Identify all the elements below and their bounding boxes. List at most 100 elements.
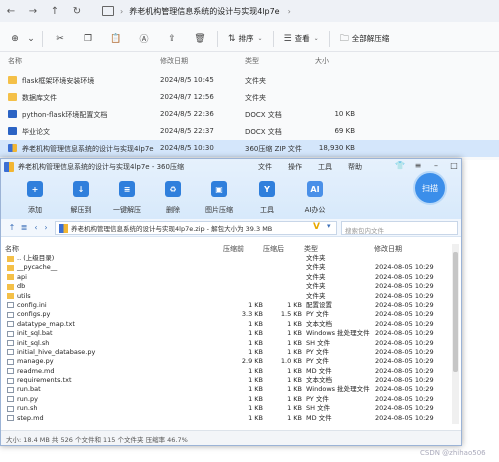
column-type[interactable]: 类型 xyxy=(304,244,318,254)
table-row[interactable]: run.sh 1 KB 1 KB SH 文件 2024-08-05 10:29 xyxy=(1,404,451,413)
table-row[interactable]: init_sql.bat 1 KB 1 KB Windows 批处理文件 2024-08… xyxy=(1,329,451,338)
zip-path-text: 养老机构管理信息系统的设计与实现4lp7e.zip - 解包大小为 39.3 M… xyxy=(71,225,273,233)
menu-file[interactable]: 文件 xyxy=(258,162,272,172)
table-row[interactable]: run.bat 1 KB 1 KB Windows 批处理文件 2024-08-05 1… xyxy=(1,385,451,394)
cut-icon[interactable]: ✂ xyxy=(49,29,71,49)
tool-label: 添加 xyxy=(28,206,42,214)
zip-path-box[interactable]: 养老机构管理信息系统的设计与实现4lp7e.zip - 解包大小为 39.3 M… xyxy=(55,221,337,235)
menu-help[interactable]: 帮助 xyxy=(348,162,362,172)
list-item[interactable]: 数据库文件 2024/8/7 12:56 文件夹 xyxy=(0,89,499,106)
file-type: 文件夹 xyxy=(306,291,326,300)
folder-icon xyxy=(7,255,14,262)
table-row[interactable]: manage.py 2.9 KB 1.0 KB PY 文件 2024-08-05 10:… xyxy=(1,357,451,366)
back-arrow-icon[interactable]: ← xyxy=(0,0,22,22)
column-compressed[interactable]: 压缩前 xyxy=(223,244,244,254)
table-row[interactable]: configs.py 3.3 KB 1.5 KB PY 文件 2024-08-05 10… xyxy=(1,310,451,319)
scrollbar-thumb[interactable] xyxy=(453,252,458,372)
file-compressed-size: 1 KB xyxy=(248,385,263,394)
status-text: 大小: 18.4 MB 共 526 个文件和 115 个文件夹 压缩率 46.7… xyxy=(6,436,188,444)
tool-button-ai-office[interactable]: AI AI办公 xyxy=(295,181,335,217)
maximize-icon[interactable]: □ xyxy=(445,160,463,172)
list-item[interactable]: 养老机构管理信息系统的设计与实现4lp7e 2024/8/5 10:30 360压缩… xyxy=(0,140,499,157)
tool-button-tools[interactable]: Y 工具 xyxy=(247,181,287,217)
file-name: config.ini xyxy=(17,300,47,309)
table-row[interactable]: init_sql.sh 1 KB 1 KB SH 文件 2024-08-05 10:29 xyxy=(1,339,451,348)
file-compressed-size: 1 KB xyxy=(248,300,263,309)
scan-button[interactable]: 扫描 xyxy=(413,171,447,205)
forward-arrow-icon[interactable]: → xyxy=(22,0,44,22)
table-row[interactable]: api 文件夹 2024-08-05 10:29 xyxy=(1,273,451,282)
column-modified[interactable]: 修改日期 xyxy=(160,56,188,66)
column-original[interactable]: 压缩后 xyxy=(263,244,284,254)
vertical-scrollbar[interactable] xyxy=(452,244,459,424)
extract-all-button[interactable]: 🗀 全部解压缩 xyxy=(336,29,394,49)
file-name: 养老机构管理信息系统的设计与实现4lp7e xyxy=(22,145,154,153)
forward-icon[interactable]: › xyxy=(41,222,51,234)
search-input[interactable]: 搜索包内文件 xyxy=(341,221,458,235)
file-modified: 2024-08-05 10:29 xyxy=(375,310,434,319)
rename-icon[interactable]: Ⓐ xyxy=(133,29,155,49)
chevron-down-icon[interactable]: ⌄ xyxy=(26,29,36,49)
list-view-icon[interactable]: ≣ xyxy=(19,222,29,234)
file-type: MD 文件 xyxy=(306,413,332,422)
up-arrow-icon[interactable]: ↑ xyxy=(7,222,17,234)
up-arrow-icon[interactable]: ↑ xyxy=(44,0,66,22)
skin-icon[interactable]: 👕 xyxy=(391,160,409,172)
tool-button-one-click-extract[interactable]: ≡ 一键解压 xyxy=(107,181,147,217)
new-item-icon[interactable]: ⊕ xyxy=(4,29,26,49)
file-icon xyxy=(7,405,14,412)
menu-operation[interactable]: 操作 xyxy=(288,162,302,172)
tool-button-delete[interactable]: ♻ 删除 xyxy=(153,181,193,217)
column-modified[interactable]: 修改日期 xyxy=(374,244,402,254)
file-modified: 2024/8/5 22:37 xyxy=(160,127,214,135)
refresh-icon[interactable]: ↻ xyxy=(66,0,88,22)
zip-header: 养老机构管理信息系统的设计与实现4lp7e - 360压缩 文件 操作 工具 帮… xyxy=(1,159,461,219)
menu-tools[interactable]: 工具 xyxy=(318,162,332,172)
delete-icon[interactable]: 🗑 xyxy=(189,29,211,49)
table-row[interactable]: requirements.txt 1 KB 1 KB 文本文档 2024-08-05 1… xyxy=(1,376,451,385)
file-modified: 2024-08-05 10:29 xyxy=(375,366,434,375)
table-row[interactable]: step.md 1 KB 1 KB MD 文件 2024-08-05 10:29 xyxy=(1,414,451,423)
v-logo-icon[interactable]: V xyxy=(313,222,320,232)
tool-button-extract-to[interactable]: ↓ 解压到 xyxy=(61,181,101,217)
tool-button-add[interactable]: + 添加 xyxy=(15,181,55,217)
view-button[interactable]: ☰ 查看 ⌄ xyxy=(280,29,323,49)
extract-all-label: 全部解压缩 xyxy=(351,34,390,43)
file-original-size: 1 KB xyxy=(287,394,302,403)
doc-icon xyxy=(8,127,17,135)
menu-icon[interactable]: ≡ xyxy=(409,160,427,172)
column-name[interactable]: 名称 xyxy=(5,244,19,254)
ai-office-icon: AI xyxy=(307,181,323,197)
column-type[interactable]: 类型 xyxy=(245,56,259,66)
table-row[interactable]: utils 文件夹 2024-08-05 10:29 xyxy=(1,292,451,301)
toolbar-divider xyxy=(272,30,274,47)
copy-icon[interactable]: ❐ xyxy=(77,29,99,49)
share-icon[interactable]: ⇪ xyxy=(161,29,183,49)
table-row[interactable]: .. (上级目录) 文件夹 xyxy=(1,254,451,263)
sort-button[interactable]: ⇅ 排序 ⌄ xyxy=(224,29,267,49)
explorer-address-bar[interactable]: › 养老机构管理信息系统的设计与实现4lp7e › xyxy=(102,3,291,19)
list-item[interactable]: flask框架环境安装环境 2024/8/5 10:45 文件夹 xyxy=(0,72,499,89)
table-row[interactable]: initial_hive_database.py 1 KB 1 KB PY 文件 202… xyxy=(1,348,451,357)
table-row[interactable]: __pycache__ 文件夹 2024-08-05 10:29 xyxy=(1,263,451,272)
column-size[interactable]: 大小 xyxy=(315,56,329,66)
file-icon xyxy=(7,349,14,356)
zip-titlebar: 养老机构管理信息系统的设计与实现4lp7e - 360压缩 xyxy=(4,162,184,172)
file-name: 毕业论文 xyxy=(22,128,50,136)
file-type: DOCX 文档 xyxy=(245,111,282,119)
column-name[interactable]: 名称 xyxy=(8,56,22,66)
paste-icon[interactable]: 📋 xyxy=(105,29,127,49)
chevron-down-icon[interactable]: ▾ xyxy=(327,222,331,230)
table-row[interactable]: run.py 1 KB 1 KB PY 文件 2024-08-05 10:29 xyxy=(1,395,451,404)
table-row[interactable]: config.ini 1 KB 1 KB 配置设置 2024-08-05 10:29 xyxy=(1,301,451,310)
list-item[interactable]: python-flask环境配置文档 2024/8/5 22:36 DOCX 文档 1… xyxy=(0,106,499,123)
table-row[interactable]: datatype_map.txt 1 KB 1 KB 文本文档 2024-08-05 1… xyxy=(1,320,451,329)
tool-button-image-compress[interactable]: ▣ 图片压缩 xyxy=(199,181,239,217)
file-type: PY 文件 xyxy=(306,394,329,403)
table-row[interactable]: readme.md 1 KB 1 KB MD 文件 2024-08-05 10:29 xyxy=(1,367,451,376)
list-item[interactable]: 毕业论文 2024/8/5 22:37 DOCX 文档 69 KB xyxy=(0,123,499,140)
file-compressed-size: 1 KB xyxy=(248,338,263,347)
table-row[interactable]: db 文件夹 2024-08-05 10:29 xyxy=(1,282,451,291)
back-icon[interactable]: ‹ xyxy=(31,222,41,234)
tool-label: 删除 xyxy=(166,206,180,214)
